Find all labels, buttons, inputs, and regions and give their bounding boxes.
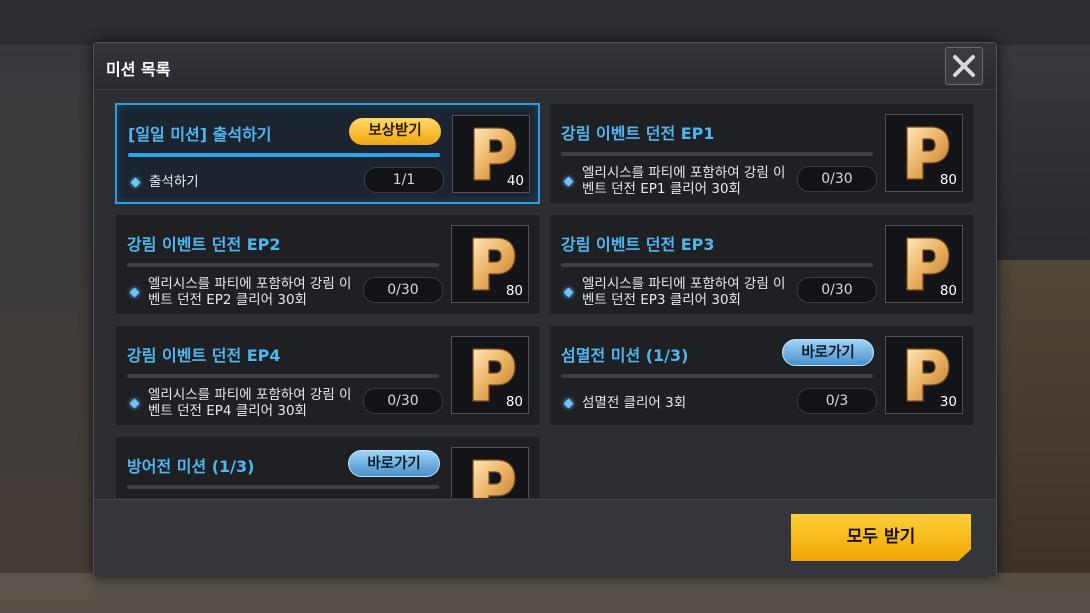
mission-description-text: 섬멸전 클리어 3회: [582, 395, 687, 411]
dialog-title: 미션 목록: [106, 60, 171, 79]
background-right: [995, 260, 1090, 590]
mission-description: 엘리시스를 파티에 포함하여 강림 이벤트 던전 EP4 클리어 30회: [127, 385, 357, 421]
mission-progress-count: 0/30: [363, 388, 443, 414]
mission-description: 출석하기: [128, 164, 358, 200]
mission-progress-count: 0/30: [797, 166, 877, 192]
mission-progress-bar: [561, 152, 873, 156]
mission-progress-bar: [561, 263, 873, 267]
mission-description-text: 엘리시스를 파티에 포함하여 강림 이벤트 던전 EP2 클리어 30회: [148, 276, 352, 308]
reward-item[interactable]: 80: [885, 225, 963, 303]
mission-progress-bar: [128, 153, 440, 157]
mission-title: 섬멸전 미션 (1/3): [561, 346, 689, 365]
progress-fill: [128, 153, 440, 157]
mission-description: 엘리시스를 파티에 포함하여 강림 이벤트 던전 EP2 클리어 30회: [127, 274, 357, 310]
mission-title: 강림 이벤트 던전 EP4: [127, 346, 281, 365]
close-icon: [953, 55, 975, 77]
mission-card[interactable]: 강림 이벤트 던전 EP4 엘리시스를 파티에 포함하여 강림 이벤트 던전 E…: [115, 325, 540, 426]
mission-progress-count: 0/3: [797, 388, 877, 414]
reward-count: 80: [505, 283, 523, 299]
mission-description-text: 엘리시스를 파티에 포함하여 강림 이벤트 던전 EP1 클리어 30회: [582, 165, 786, 197]
diamond-bullet-icon: [129, 398, 140, 408]
mission-progress-bar: [127, 374, 439, 378]
mission-card[interactable]: 강림 이벤트 던전 EP2 엘리시스를 파티에 포함하여 강림 이벤트 던전 E…: [115, 214, 540, 315]
mission-card[interactable]: [일일 미션] 출석하기 보상받기 출석하기 1/1 40: [115, 103, 540, 204]
mission-list-dialog: 미션 목록 [일일 미션] 출석하기 보상받기 출석하기 1/1 40 강림 이: [93, 42, 997, 576]
reward-count: 40: [506, 173, 524, 189]
mission-title: 방어전 미션 (1/3): [127, 457, 255, 476]
mission-progress-count: 0/30: [797, 277, 877, 303]
reward-item[interactable]: 80: [451, 336, 529, 414]
dialog-footer: 모두 받기: [94, 499, 996, 576]
claim-reward-button[interactable]: 보상받기: [349, 118, 441, 145]
p-coin-icon: [472, 459, 516, 498]
go-button[interactable]: 바로가기: [348, 450, 440, 477]
reward-item[interactable]: 40: [452, 115, 530, 193]
background-bottom: [0, 573, 1090, 613]
reward-item[interactable]: 80: [451, 225, 529, 303]
mission-description-text: 출석하기: [149, 174, 199, 190]
reward-count: 80: [939, 283, 957, 299]
mission-card[interactable]: 섬멸전 미션 (1/3) 바로가기 섬멸전 클리어 3회 0/3 30: [549, 325, 974, 426]
go-button[interactable]: 바로가기: [782, 339, 874, 366]
reward-count: 30: [939, 394, 957, 410]
mission-title: 강림 이벤트 던전 EP3: [561, 235, 715, 254]
mission-description: 섬멸전 클리어 3회: [561, 385, 791, 421]
mission-description-text: 엘리시스를 파티에 포함하여 강림 이벤트 던전 EP4 클리어 30회: [148, 387, 352, 419]
diamond-bullet-icon: [129, 287, 140, 297]
mission-title: 강림 이벤트 던전 EP2: [127, 235, 281, 254]
mission-description: 엘리시스를 파티에 포함하여 강림 이벤트 던전 EP1 클리어 30회: [561, 163, 791, 199]
mission-list[interactable]: [일일 미션] 출석하기 보상받기 출석하기 1/1 40 강림 이벤트 던전 …: [108, 98, 978, 498]
mission-description: 엘리시스를 파티에 포함하여 강림 이벤트 던전 EP3 클리어 30회: [561, 274, 791, 310]
diamond-bullet-icon: [130, 177, 141, 187]
mission-progress-count: 1/1: [364, 167, 444, 193]
dialog-header: 미션 목록: [94, 43, 996, 90]
reward-item[interactable]: 30: [885, 336, 963, 414]
background-left: [0, 70, 95, 600]
close-button[interactable]: [945, 47, 983, 85]
diamond-bullet-icon: [563, 176, 574, 186]
mission-progress-bar: [127, 485, 439, 489]
mission-progress-bar: [127, 263, 439, 267]
mission-progress-bar: [561, 374, 873, 378]
mission-card[interactable]: 강림 이벤트 던전 EP3 엘리시스를 파티에 포함하여 강림 이벤트 던전 E…: [549, 214, 974, 315]
reward-item[interactable]: [451, 447, 529, 498]
mission-progress-count: 0/30: [363, 277, 443, 303]
diamond-bullet-icon: [563, 398, 574, 408]
mission-title: 강림 이벤트 던전 EP1: [561, 124, 715, 143]
diamond-bullet-icon: [563, 287, 574, 297]
mission-description-text: 엘리시스를 파티에 포함하여 강림 이벤트 던전 EP3 클리어 30회: [582, 276, 786, 308]
background-topbar: [0, 0, 1090, 45]
reward-item[interactable]: 80: [885, 114, 963, 192]
mission-title: [일일 미션] 출석하기: [128, 125, 272, 144]
mission-card[interactable]: 방어전 미션 (1/3) 바로가기: [115, 436, 540, 498]
reward-count: 80: [939, 172, 957, 188]
reward-count: 80: [505, 394, 523, 410]
claim-all-button[interactable]: 모두 받기: [791, 514, 971, 561]
mission-card[interactable]: 강림 이벤트 던전 EP1 엘리시스를 파티에 포함하여 강림 이벤트 던전 E…: [549, 103, 974, 204]
